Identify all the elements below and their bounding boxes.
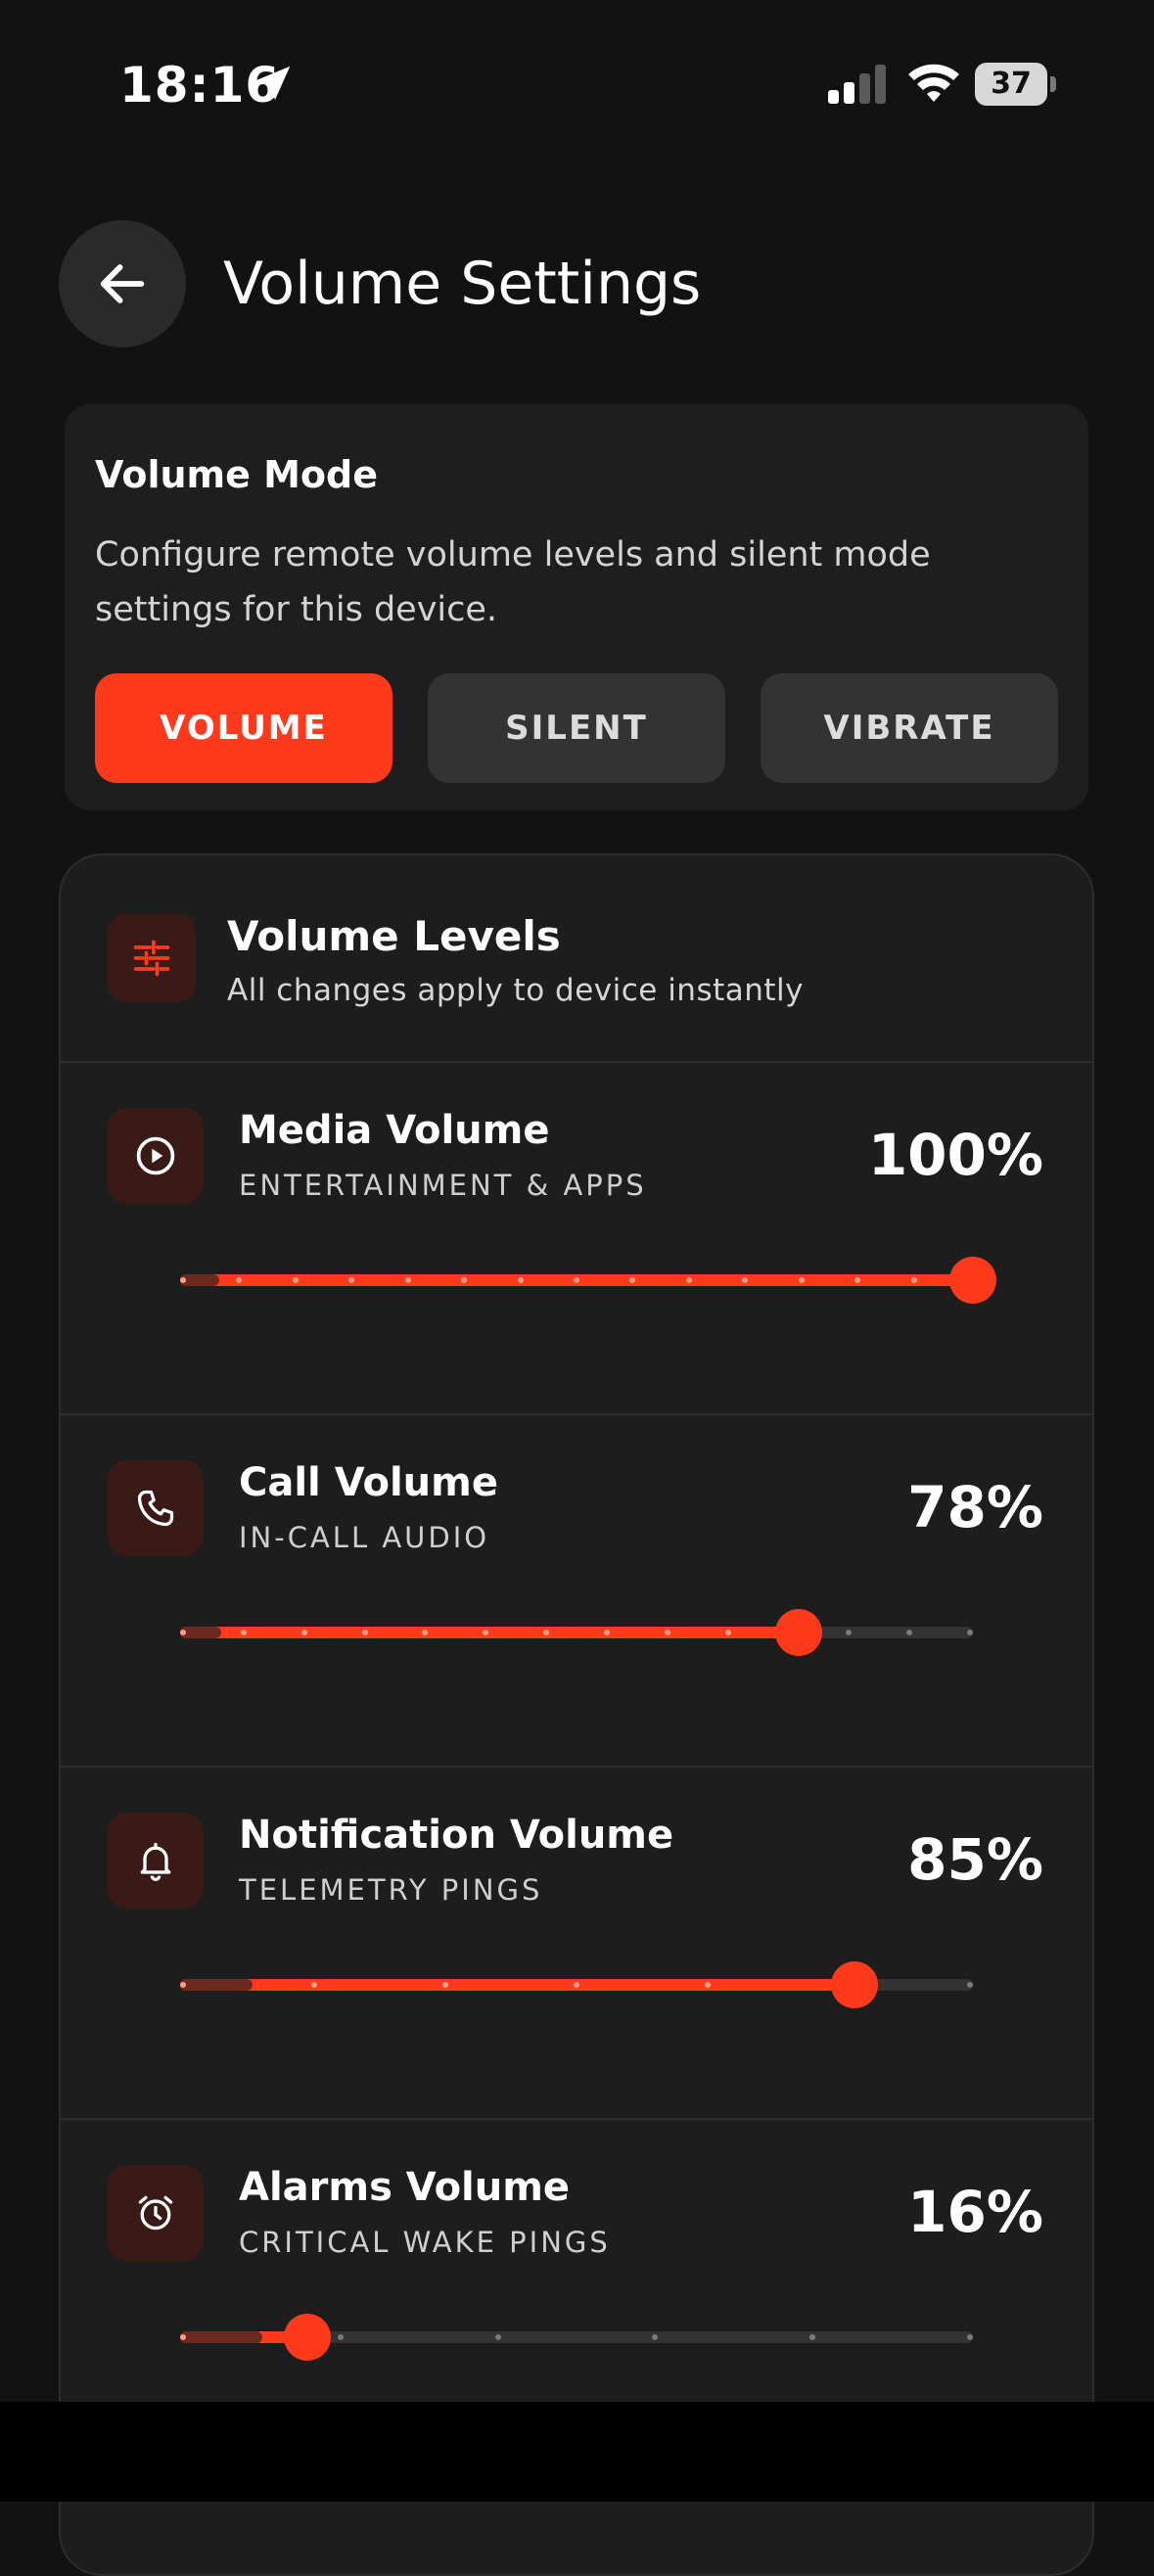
- slider-tick: [724, 1630, 731, 1635]
- battery-indicator: 37: [975, 63, 1057, 106]
- slider-tick: [798, 1277, 805, 1283]
- slider-tick: [180, 1630, 186, 1635]
- slider-tick: [180, 1982, 186, 1988]
- volume-mode-title: Volume Mode: [95, 453, 379, 496]
- slider-fill: [180, 1979, 854, 1991]
- slider-tick: [180, 2334, 186, 2340]
- alarms-volume-title: Alarms Volume: [239, 2165, 571, 2210]
- slider-tick: [574, 1277, 579, 1283]
- call-volume-title: Call Volume: [239, 1460, 498, 1505]
- slider-tick: [603, 1630, 610, 1635]
- slider-tick: [494, 2334, 501, 2340]
- battery-level: 37: [975, 63, 1047, 106]
- alarms-volume-percent: 16%: [907, 2179, 1043, 2245]
- call-volume-percent: 78%: [907, 1474, 1043, 1541]
- media-volume-row: Media Volume ENTERTAINMENT & APPS 100%: [61, 1061, 1092, 1415]
- status-bar: 18:16 37: [0, 0, 1154, 147]
- sliders-icon: [108, 914, 196, 1002]
- slider-tick: [517, 1277, 524, 1283]
- slider-thumb[interactable]: [830, 1961, 878, 2008]
- location-arrow-icon: [255, 66, 291, 101]
- alarms-volume-slider[interactable]: [180, 2310, 973, 2365]
- play-circle-icon: [108, 1108, 204, 1204]
- slider-tick: [967, 1630, 973, 1635]
- media-volume-title: Media Volume: [239, 1108, 550, 1153]
- slider-tick: [442, 1982, 448, 1988]
- bottom-bar: [0, 2402, 1154, 2502]
- slider-tick: [910, 1277, 917, 1283]
- slider-tick: [664, 1630, 670, 1635]
- slider-tick: [574, 1982, 579, 1988]
- notification-volume-row: Notification Volume TELEMETRY PINGS 85%: [61, 1766, 1092, 2120]
- slider-base-segment: [180, 2331, 263, 2343]
- bell-icon: [108, 1813, 204, 1909]
- notification-volume-slider[interactable]: [180, 1957, 973, 2012]
- volume-levels-header: Volume Levels All changes apply to devic…: [61, 855, 1092, 1063]
- mode-volume-button[interactable]: VOLUME: [95, 673, 392, 783]
- volume-levels-subtitle: All changes apply to device instantly: [227, 973, 805, 1008]
- slider-tick: [240, 1630, 247, 1635]
- notification-volume-title: Notification Volume: [239, 1813, 674, 1858]
- cellular-signal-icon: [828, 65, 886, 104]
- slider-tick: [300, 1630, 307, 1635]
- page-title: Volume Settings: [223, 250, 702, 318]
- slider-tick: [292, 1277, 299, 1283]
- volume-mode-description: Configure remote volume levels and silen…: [95, 535, 931, 629]
- slider-fill: [180, 1627, 799, 1638]
- volume-levels-title: Volume Levels: [227, 912, 561, 960]
- mode-vibrate-button[interactable]: VIBRATE: [761, 673, 1058, 783]
- volume-levels-card: Volume Levels All changes apply to devic…: [59, 853, 1094, 2576]
- phone-icon: [108, 1460, 204, 1556]
- slider-thumb[interactable]: [283, 2314, 331, 2361]
- alarm-clock-icon: [108, 2165, 204, 2261]
- arrow-left-icon: [100, 264, 145, 303]
- slider-base-segment: [180, 1627, 221, 1638]
- volume-mode-card: Volume Mode Configure remote volume leve…: [65, 404, 1088, 810]
- media-volume-subtitle: ENTERTAINMENT & APPS: [239, 1169, 647, 1202]
- call-volume-subtitle: IN-CALL AUDIO: [239, 1521, 490, 1554]
- slider-tick: [361, 1630, 368, 1635]
- alarms-volume-subtitle: CRITICAL WAKE PINGS: [239, 2226, 611, 2259]
- wifi-icon: [908, 64, 959, 102]
- slider-tick: [311, 1982, 317, 1988]
- media-volume-percent: 100%: [867, 1122, 1043, 1188]
- battery-cap: [1050, 76, 1056, 92]
- slider-tick: [967, 1982, 973, 1988]
- slider-thumb[interactable]: [949, 1257, 996, 1304]
- slider-tick: [967, 2334, 973, 2340]
- slider-tick: [337, 2334, 344, 2340]
- mode-silent-button[interactable]: SILENT: [428, 673, 725, 783]
- back-button[interactable]: [59, 220, 186, 347]
- slider-tick: [685, 1277, 692, 1283]
- slider-tick: [404, 1277, 411, 1283]
- media-volume-slider[interactable]: [180, 1253, 996, 1308]
- slider-tick: [705, 1982, 711, 1988]
- slider-tick: [180, 1277, 186, 1283]
- notification-volume-percent: 85%: [907, 1826, 1043, 1893]
- slider-base-segment: [180, 1979, 253, 1991]
- slider-thumb[interactable]: [774, 1609, 822, 1656]
- call-volume-slider[interactable]: [180, 1605, 973, 1660]
- call-volume-row: Call Volume IN-CALL AUDIO 78%: [61, 1413, 1092, 1768]
- notification-volume-subtitle: TELEMETRY PINGS: [239, 1873, 543, 1907]
